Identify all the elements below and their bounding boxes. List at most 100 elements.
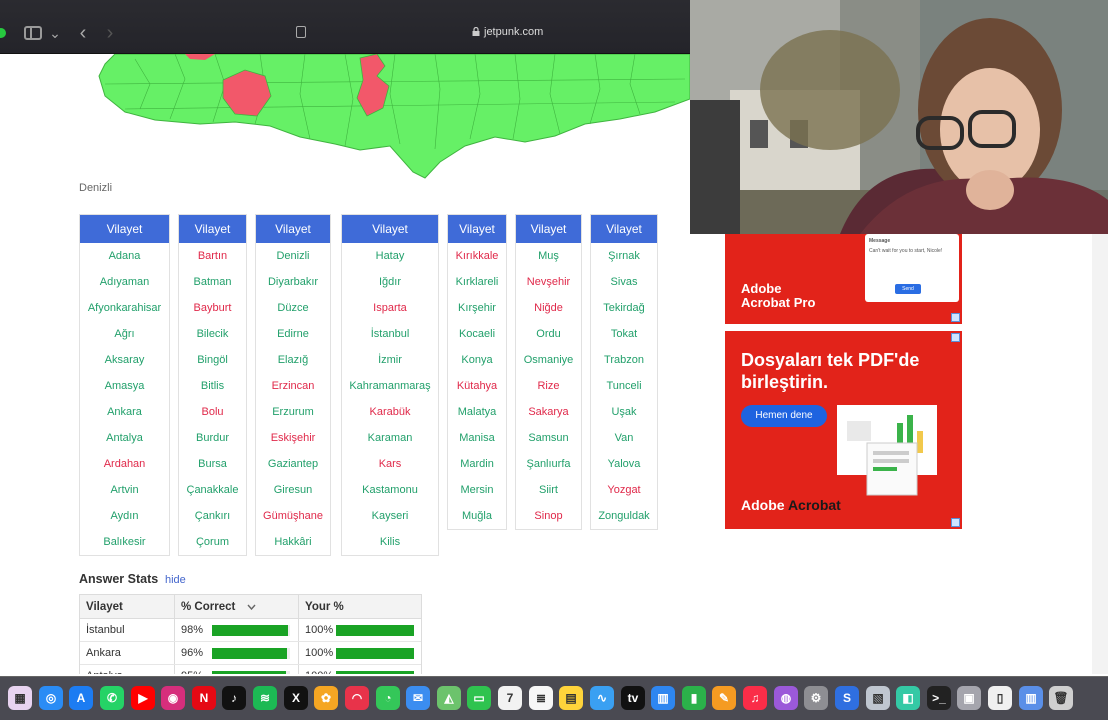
document-icon[interactable]: ▯ [988, 686, 1012, 710]
settings-icon[interactable]: ⚙ [804, 686, 828, 710]
forward-arrow-icon[interactable]: › [101, 23, 119, 43]
screenshot-icon[interactable]: ▣ [957, 686, 981, 710]
downloads-icon[interactable]: ▥ [1019, 686, 1043, 710]
province-cell: Yalova [607, 458, 641, 470]
tiktok-icon[interactable]: ♪ [222, 686, 246, 710]
province-cell: Artvin [110, 484, 139, 496]
numbers-icon[interactable]: ▮ [682, 686, 706, 710]
province-column: Vilayet Hatay Iğdır Isparta İstanbul İzmir Kah… [341, 214, 439, 556]
province-cell: Tekirdağ [603, 302, 645, 314]
photos-icon[interactable]: ✿ [314, 686, 338, 710]
province-cell: İstanbul [370, 328, 410, 340]
ad-send-button: Send [895, 284, 921, 294]
sidebar-menu-chevron-icon[interactable]: ⌄ [46, 25, 64, 41]
province-cell: Eskişehir [270, 432, 316, 444]
province-cell: Tokat [610, 328, 638, 340]
province-cell: Niğde [534, 302, 563, 314]
stats-correct-percent: 95% [181, 665, 203, 674]
province-cell: Erzurum [272, 406, 314, 418]
calendar-icon[interactable]: 7 [498, 686, 522, 710]
province-cell: Amasya [104, 380, 145, 392]
app-store-icon[interactable]: A [69, 686, 93, 710]
province-cell: Çorum [195, 536, 229, 548]
correct-percent-bar [212, 625, 290, 636]
freeform-icon[interactable]: ∿ [590, 686, 614, 710]
province-cell: Elazığ [277, 354, 309, 366]
answer-stats-table: Vilayet % Correct Your % İstanbul 98% 100%… [79, 594, 422, 674]
stats-province-name: Ankara [86, 647, 121, 659]
maps-icon[interactable]: ◭ [437, 686, 461, 710]
province-cell: Tunceli [606, 380, 642, 392]
podcasts-icon[interactable]: ◍ [774, 686, 798, 710]
column-header-your-percent[interactable]: Your % [305, 595, 344, 619]
spotify-icon[interactable]: ≋ [253, 686, 277, 710]
launchpad-icon[interactable]: ▦ [8, 686, 32, 710]
stats-your-percent: 100% [305, 665, 333, 674]
instagram-icon[interactable]: ◉ [161, 686, 185, 710]
youtube-icon[interactable]: ▶ [131, 686, 155, 710]
stats-your-percent: 100% [305, 647, 334, 659]
music-icon[interactable]: ♫ [743, 686, 767, 710]
pages-icon[interactable]: ✎ [712, 686, 736, 710]
answer-stats-row: Antalya 95% 100% [80, 665, 421, 674]
column-header-vilayet[interactable]: Vilayet [86, 595, 123, 619]
trash-icon[interactable]: 🗑 [1049, 686, 1073, 710]
province-cell: Batman [193, 276, 232, 288]
hovered-region-label: Denizli [79, 182, 113, 194]
facetime-icon[interactable]: ▭ [467, 686, 491, 710]
safari-icon[interactable]: ◎ [39, 686, 63, 710]
ad-brand: Adobe Acrobat [741, 497, 841, 513]
scrobbles-icon[interactable]: S [835, 686, 859, 710]
tv-icon[interactable]: tv [621, 686, 645, 710]
column-header-vilayet: Vilayet [256, 215, 330, 243]
province-cell: Aydın [110, 510, 139, 522]
keynote-icon[interactable]: ▥ [651, 686, 675, 710]
chevron-down-icon[interactable] [247, 604, 256, 610]
province-cell: Afyonkarahisar [87, 302, 162, 314]
stats-correct-percent: 98% [181, 624, 204, 636]
adobe-acrobat-pro-ad[interactable]: Message Can't wait for you to start, Nic… [725, 234, 962, 324]
address-bar[interactable]: jetpunk.com [280, 22, 700, 44]
sidebar-icon[interactable] [24, 26, 42, 40]
preview-icon[interactable]: ▧ [866, 686, 890, 710]
ad-choices-icon[interactable] [951, 313, 960, 322]
adobe-acrobat-ad[interactable]: Dosyaları tek PDF'de birleştirin. Hemen … [725, 331, 962, 529]
province-cell: İzmir [378, 354, 402, 366]
answer-stats-hide-link[interactable]: hide [165, 574, 186, 586]
messages-icon[interactable]: ◔ [376, 686, 400, 710]
ad-cta-button[interactable]: Hemen dene [741, 405, 827, 427]
province-cell: Malatya [457, 406, 497, 418]
province-cell: Ardahan [103, 458, 146, 470]
mail-icon[interactable]: ✉ [406, 686, 430, 710]
stats-correct-percent: 96% [181, 647, 204, 659]
ad-choices-icon[interactable] [951, 333, 960, 342]
netflix-icon[interactable]: N [192, 686, 216, 710]
province-cell: Giresun [273, 484, 313, 496]
reminders-icon[interactable]: ≣ [529, 686, 553, 710]
tab-icon[interactable] [296, 26, 306, 38]
province-cell: Çankırı [194, 510, 231, 522]
your-percent-bar [336, 625, 414, 636]
ad-choices-icon[interactable] [951, 518, 960, 527]
column-header-correct[interactable]: % Correct [181, 595, 235, 619]
page-scrollbar[interactable] [1092, 234, 1108, 674]
window-zoom-button[interactable] [0, 28, 6, 38]
province-column: Vilayet Kırıkkale Kırklareli Kırşehir Kocael… [447, 214, 507, 530]
province-cell: Rize [537, 380, 560, 392]
back-arrow-icon[interactable]: ‹ [74, 23, 92, 43]
province-cell: Zonguldak [598, 510, 650, 522]
terminal-icon[interactable]: >_ [927, 686, 951, 710]
answer-stats-row: Ankara 96% 100% [80, 642, 421, 665]
province-cell: Muğla [462, 510, 492, 522]
notes-icon[interactable]: ▤ [559, 686, 583, 710]
whatsapp-icon[interactable]: ✆ [100, 686, 124, 710]
unknown-app-icon[interactable]: ◧ [896, 686, 920, 710]
province-cell: Şırnak [608, 250, 640, 262]
x-icon[interactable]: X [284, 686, 308, 710]
music-red-icon[interactable]: ◠ [345, 686, 369, 710]
province-cell: Uşak [611, 406, 637, 418]
province-cell: Hatay [375, 250, 405, 262]
column-header-vilayet: Vilayet [80, 215, 169, 243]
stats-province-name: İstanbul [86, 624, 125, 636]
province-cell: Diyarbakır [267, 276, 319, 288]
